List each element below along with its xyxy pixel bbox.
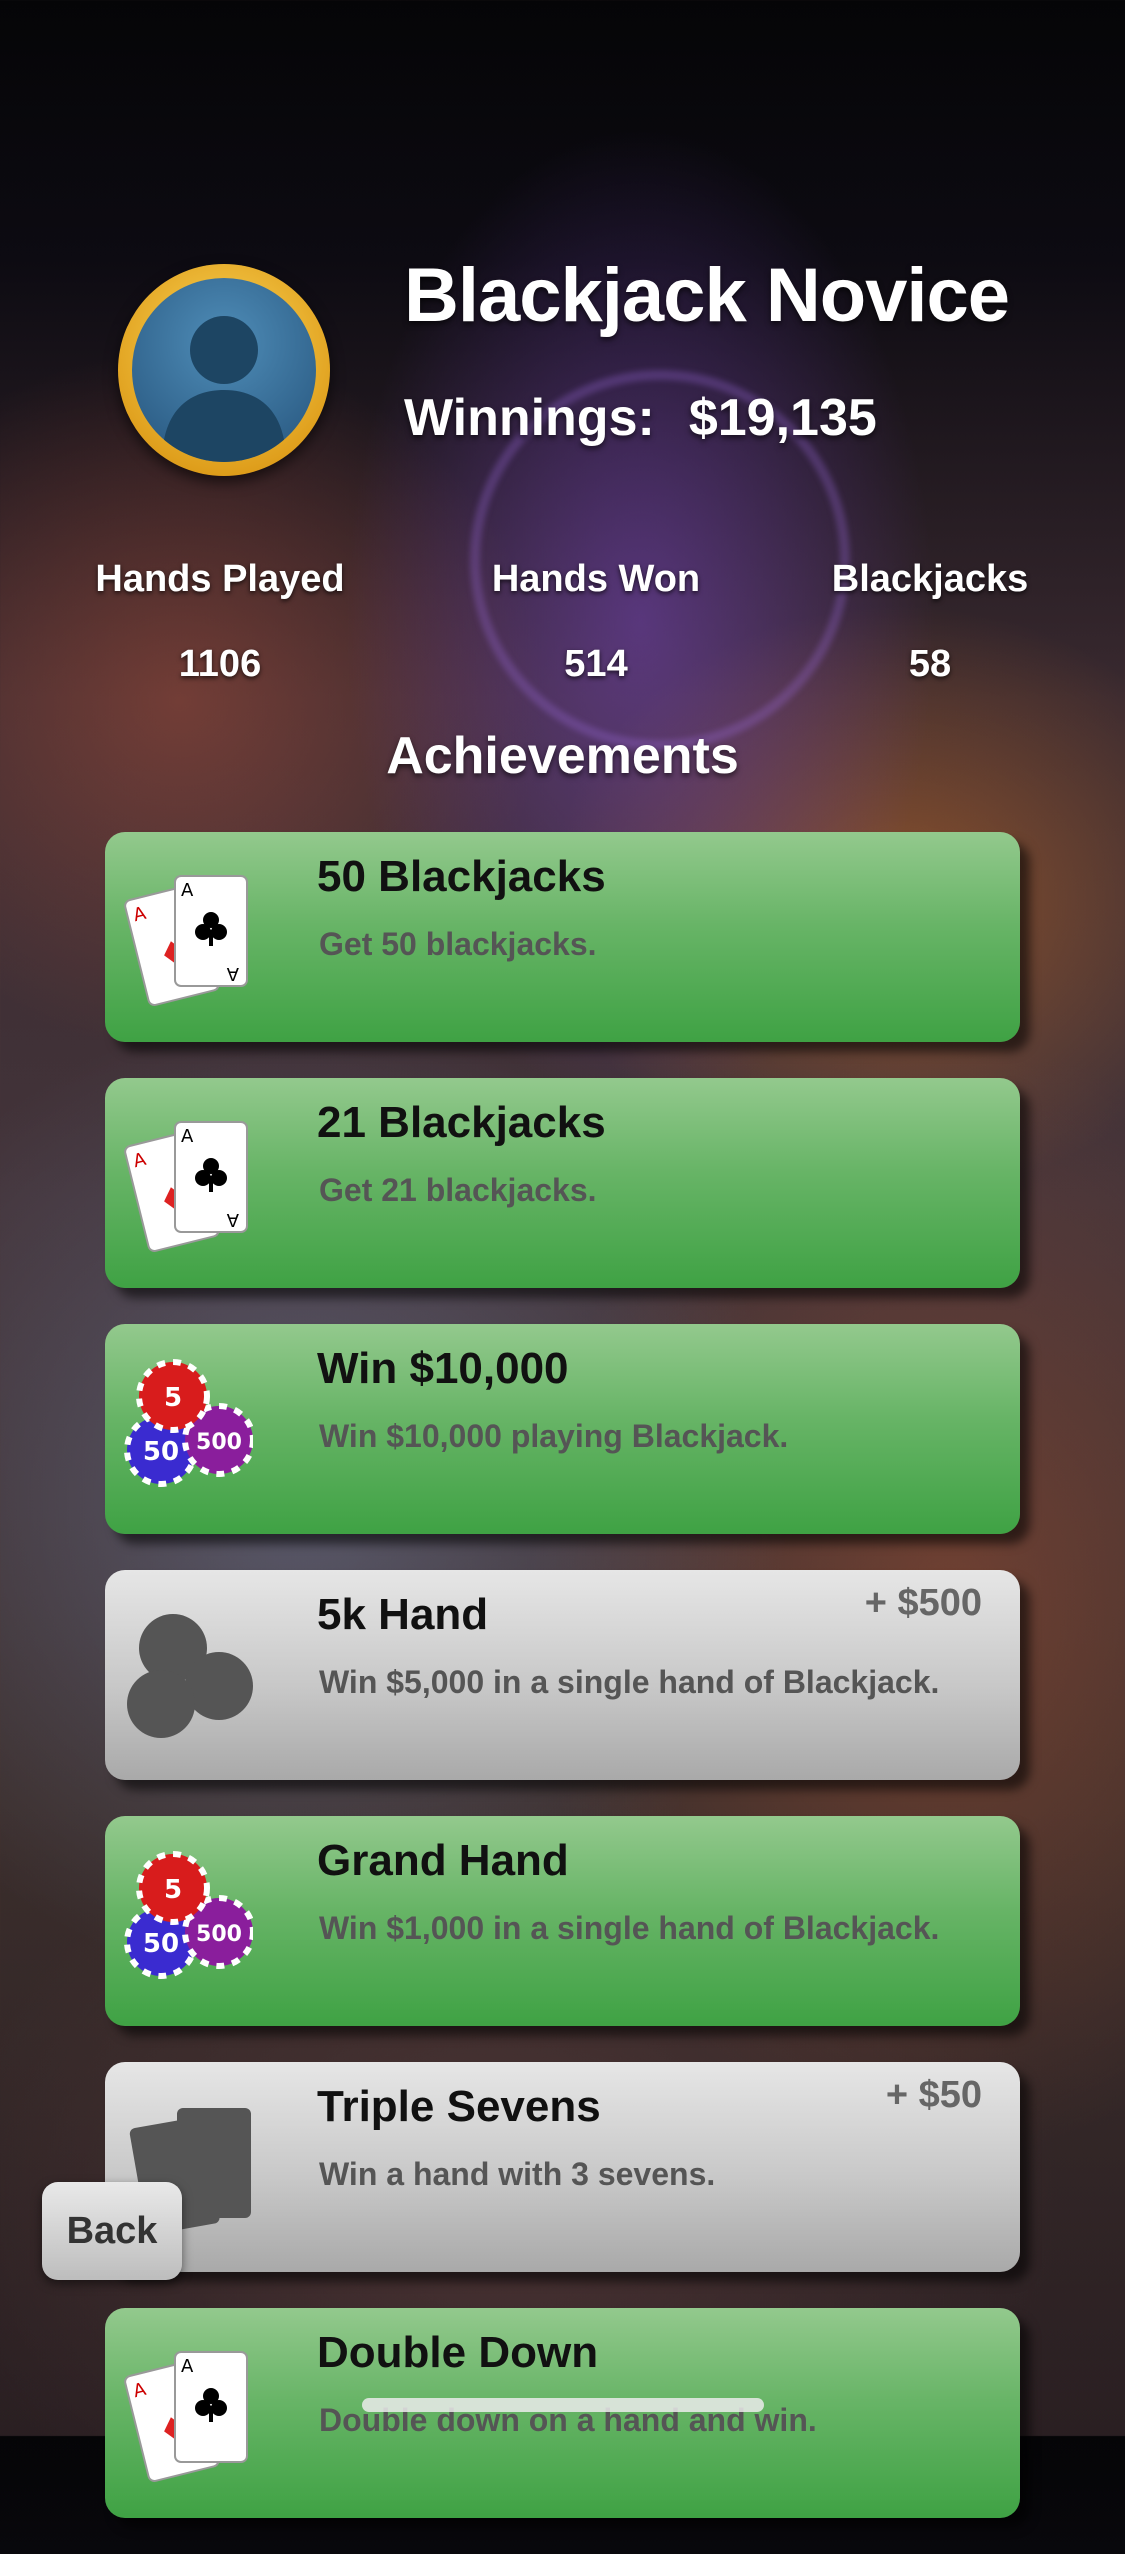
svg-text:A: A	[181, 1126, 194, 1147]
poker-chips-icon: 50 500 5	[123, 1354, 253, 1504]
home-indicator[interactable]	[362, 2398, 764, 2412]
achievement-reward: + $500	[864, 1582, 982, 1624]
achievement-card[interactable]: 5k Hand Win $5,000 in a single hand of B…	[105, 1570, 1020, 1780]
stat-label: Hands Played	[95, 558, 345, 600]
achievement-card[interactable]: A A Double Down Double down on a hand an…	[105, 2308, 1020, 2518]
stat-label: Hands Won	[491, 558, 701, 600]
achievement-card[interactable]: 50 500 5 Win $10,000 Win $10,000 playing…	[105, 1324, 1020, 1534]
stat-value: 514	[564, 643, 628, 685]
stat-label: Blackjacks	[831, 558, 1029, 600]
aces-cards-icon: A A A	[123, 862, 253, 1012]
achievement-desc: Win $10,000 playing Blackjack.	[319, 1418, 789, 1454]
stat-value: 58	[908, 643, 952, 685]
achievement-name: Triple Sevens	[317, 2082, 601, 2131]
back-button[interactable]: Back	[42, 2182, 182, 2280]
achievements-list[interactable]: A A A 50 Blackjacks Get 50 blackjacks. A…	[105, 832, 1020, 2554]
svg-text:50: 50	[143, 1929, 179, 1959]
poker-chips-icon: 50 500 5	[123, 1846, 253, 1996]
aces-cards-icon: A A	[123, 2338, 253, 2488]
achievement-desc: Get 21 blackjacks.	[319, 1172, 597, 1208]
achievement-name: Win $10,000	[317, 1344, 569, 1393]
avatar	[118, 264, 330, 476]
profile-header: Blackjack Novice Winnings: $19,135 Hands …	[0, 0, 1125, 685]
winnings-label: Winnings:	[404, 389, 655, 447]
svg-text:500: 500	[196, 1922, 242, 1947]
poker-chips-silhouette-icon	[123, 1600, 253, 1750]
achievement-name: 21 Blackjacks	[317, 1098, 606, 1147]
stat-blackjacks: Blackjacks 58	[750, 558, 1110, 686]
achievement-card[interactable]: A A A 21 Blackjacks Get 21 blackjacks.	[105, 1078, 1020, 1288]
svg-text:A: A	[181, 2356, 194, 2377]
user-silhouette-icon	[132, 278, 316, 462]
svg-text:A: A	[226, 1209, 239, 1230]
achievement-name: Double Down	[317, 2328, 599, 2377]
achievement-name: 50 Blackjacks	[317, 852, 606, 901]
svg-text:50: 50	[143, 1437, 179, 1467]
achievement-card[interactable]: 50 500 5 Grand Hand Win $1,000 in a sing…	[105, 1816, 1020, 2026]
svg-text:5: 5	[164, 1383, 182, 1413]
stat-hands-won: Hands Won 514	[416, 558, 776, 686]
achievement-name: Grand Hand	[317, 1836, 569, 1885]
aces-cards-icon: A A A	[123, 1108, 253, 1258]
stat-value: 1106	[178, 643, 262, 685]
achievement-card[interactable]: Triple Sevens Win a hand with 3 sevens. …	[105, 2062, 1020, 2272]
svg-text:A: A	[226, 963, 239, 984]
svg-text:500: 500	[196, 1430, 242, 1455]
svg-text:5: 5	[164, 1875, 182, 1905]
achievements-heading: Achievements	[386, 727, 739, 785]
achievement-name: 5k Hand	[317, 1590, 489, 1639]
profile-title: Blackjack Novice	[404, 253, 1010, 338]
winnings-value: $19,135	[688, 389, 877, 447]
winnings-row: Winnings: $19,135	[404, 388, 877, 448]
stat-hands-played: Hands Played 1106	[40, 558, 400, 686]
achievement-desc: Win $1,000 in a single hand of Blackjack…	[319, 1910, 940, 1946]
achievement-desc: Win a hand with 3 sevens.	[319, 2156, 716, 2192]
achievement-card[interactable]: A A A 50 Blackjacks Get 50 blackjacks.	[105, 832, 1020, 1042]
achievement-reward: + $50	[885, 2074, 982, 2116]
achievement-desc: Win $5,000 in a single hand of Blackjack…	[319, 1664, 940, 1700]
svg-text:A: A	[181, 880, 194, 901]
achievement-desc: Get 50 blackjacks.	[319, 926, 597, 962]
